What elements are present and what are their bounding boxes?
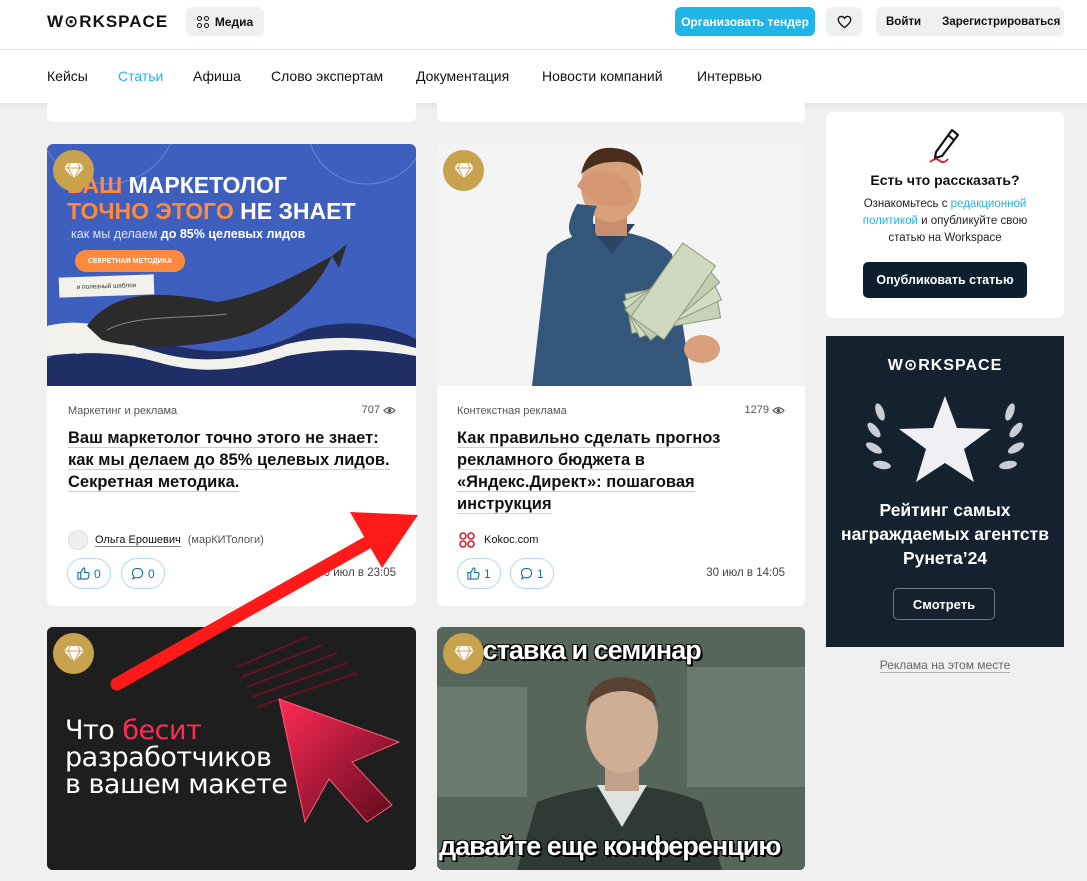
sidebar-text-before: Ознакомьтесь с bbox=[863, 198, 951, 210]
article-image[interactable]: ВАШ МАРКЕТОЛОГ ТОЧНО ЭТОГО НЕ ЗНАЕТ как … bbox=[47, 144, 416, 386]
premium-badge bbox=[53, 150, 94, 191]
view-count: 1279 bbox=[745, 404, 785, 416]
meme-bottom-text: давайте еще конференцию bbox=[439, 831, 781, 861]
sidebar-text: Ознакомьтесь с редакционной политикой и … bbox=[846, 196, 1044, 247]
image-text: МАРКЕТОЛОГ bbox=[128, 172, 287, 198]
media-label: Медиа bbox=[214, 14, 254, 29]
image-tag: и полезный шаблон bbox=[58, 274, 155, 298]
comment-icon bbox=[520, 567, 533, 580]
image-text: ТОЧНО ЭТОГО bbox=[67, 198, 241, 224]
workspace-logo[interactable]: W⊙RKSPACE bbox=[47, 12, 168, 32]
comment-button[interactable]: 0 bbox=[121, 558, 165, 589]
card-remnant bbox=[437, 103, 805, 122]
grid-icon bbox=[196, 15, 209, 28]
article-card[interactable]: Контекстная реклама 1279 Как правильно с… bbox=[437, 144, 805, 606]
like-count: 1 bbox=[484, 566, 491, 581]
ad-title: Рейтинг самых награждаемых агентств Руне… bbox=[841, 500, 1049, 568]
nav-item-cases[interactable]: Кейсы bbox=[47, 68, 88, 84]
nav-item-articles[interactable]: Статьи bbox=[118, 68, 163, 84]
sidebar-title: Есть что рассказать? bbox=[870, 172, 1020, 188]
organize-tender-button[interactable]: Организовать тендер bbox=[675, 7, 815, 36]
nav-item-documentation[interactable]: Документация bbox=[416, 68, 509, 84]
view-count-value: 707 bbox=[361, 404, 380, 416]
article-date: 30 июл в 14:05 bbox=[706, 567, 785, 579]
like-button[interactable]: 1 bbox=[457, 558, 501, 589]
facepalm-man-photo bbox=[532, 147, 723, 386]
star-laurel-icon bbox=[865, 396, 1025, 482]
article-title[interactable]: Как правильно сделать прогноз рекламного… bbox=[457, 427, 747, 515]
like-count: 0 bbox=[94, 566, 101, 581]
write-for-us-box: Есть что рассказать? Ознакомьтесь с реда… bbox=[826, 112, 1064, 318]
ad-logo: W⊙RKSPACE bbox=[887, 357, 1003, 374]
article-image[interactable] bbox=[437, 144, 805, 386]
auth-box: Войти Зарегистрироваться bbox=[876, 7, 1064, 36]
article-card[interactable]: Что бесит разработчиков в вашем макете bbox=[47, 627, 416, 870]
like-button[interactable]: 0 bbox=[67, 558, 111, 589]
diamond-icon bbox=[453, 162, 474, 180]
article-card[interactable]: выставка и семинар давайте еще конференц… bbox=[437, 627, 805, 870]
publish-article-button[interactable]: Опубликовать статью bbox=[863, 262, 1027, 298]
article-image[interactable]: Что бесит разработчиков в вашем макете bbox=[47, 627, 416, 870]
nav-item-experts[interactable]: Слово экспертам bbox=[271, 68, 383, 84]
article-title-text: Как правильно сделать прогноз рекламного… bbox=[457, 429, 721, 514]
top-bar: W⊙RKSPACE Медиа Организовать тендер Войт… bbox=[0, 0, 1087, 50]
premium-badge bbox=[53, 633, 94, 674]
image-text: как мы делаем bbox=[71, 227, 161, 241]
avatar bbox=[68, 530, 88, 550]
advertise-here-label: Реклама на этом месте bbox=[879, 658, 1011, 673]
comment-count: 0 bbox=[148, 566, 155, 581]
heart-icon bbox=[837, 15, 851, 28]
eye-icon bbox=[772, 406, 785, 414]
media-button[interactable]: Медиа bbox=[186, 7, 264, 36]
diamond-icon bbox=[63, 645, 84, 663]
comment-count: 1 bbox=[537, 566, 544, 581]
nav-item-interviews[interactable]: Интервью bbox=[697, 68, 762, 84]
nav-item-afisha[interactable]: Афиша bbox=[193, 68, 241, 84]
login-link[interactable]: Войти bbox=[886, 16, 921, 28]
article-title[interactable]: Ваш маркетолог точно этого не знает: как… bbox=[68, 427, 403, 493]
image-pill: СЕКРЕТНАЯ МЕТОДИКА bbox=[75, 250, 185, 272]
image-text: в вашем макете bbox=[65, 769, 288, 800]
section-nav: Кейсы Статьи Афиша Слово экспертам Докум… bbox=[0, 50, 1087, 103]
article-title-text: Ваш маркетолог точно этого не знает: как… bbox=[68, 429, 390, 492]
advertise-here-link[interactable]: Реклама на этом месте bbox=[826, 658, 1064, 673]
card-remnant bbox=[47, 103, 416, 122]
article-author[interactable]: Ольга Ерошевич (марКИТологи) bbox=[68, 530, 264, 550]
register-link[interactable]: Зарегистрироваться bbox=[942, 16, 1060, 28]
comment-button[interactable]: 1 bbox=[510, 558, 554, 589]
image-text: до 85% целевых лидов bbox=[160, 227, 306, 241]
premium-badge bbox=[443, 150, 484, 191]
article-category[interactable]: Контекстная реклама bbox=[457, 405, 567, 417]
view-count-value: 1279 bbox=[744, 404, 769, 416]
ad-view-button[interactable]: Смотреть bbox=[893, 588, 995, 620]
thumbs-up-icon bbox=[467, 567, 480, 580]
comment-icon bbox=[131, 567, 144, 580]
pen-icon bbox=[929, 128, 960, 164]
article-date: 30 июл в 23:05 bbox=[317, 567, 396, 579]
article-card[interactable]: ВАШ МАРКЕТОЛОГ ТОЧНО ЭТОГО НЕ ЗНАЕТ как … bbox=[47, 144, 416, 606]
premium-badge bbox=[443, 633, 484, 674]
author-name[interactable]: Kokoc.com bbox=[484, 534, 538, 546]
article-image[interactable]: выставка и семинар давайте еще конференц… bbox=[437, 627, 805, 870]
image-text: НЕ ЗНАЕТ bbox=[240, 198, 356, 224]
diamond-icon bbox=[63, 162, 84, 180]
ad-banner[interactable]: W⊙RKSPACE Рейтинг самых награждаемых аге… bbox=[826, 336, 1064, 647]
thumbs-up-icon bbox=[77, 567, 90, 580]
favorites-button[interactable] bbox=[826, 7, 862, 36]
article-category[interactable]: Маркетинг и реклама bbox=[68, 405, 177, 417]
nav-item-company-news[interactable]: Новости компаний bbox=[542, 68, 663, 84]
diamond-icon bbox=[453, 645, 474, 663]
avatar bbox=[457, 530, 477, 550]
author-org: (марКИТологи) bbox=[187, 534, 264, 546]
author-name[interactable]: Ольга Ерошевич bbox=[95, 534, 181, 547]
eye-icon bbox=[383, 406, 396, 414]
article-author[interactable]: Kokoc.com bbox=[457, 530, 538, 550]
view-count: 707 bbox=[362, 404, 396, 416]
